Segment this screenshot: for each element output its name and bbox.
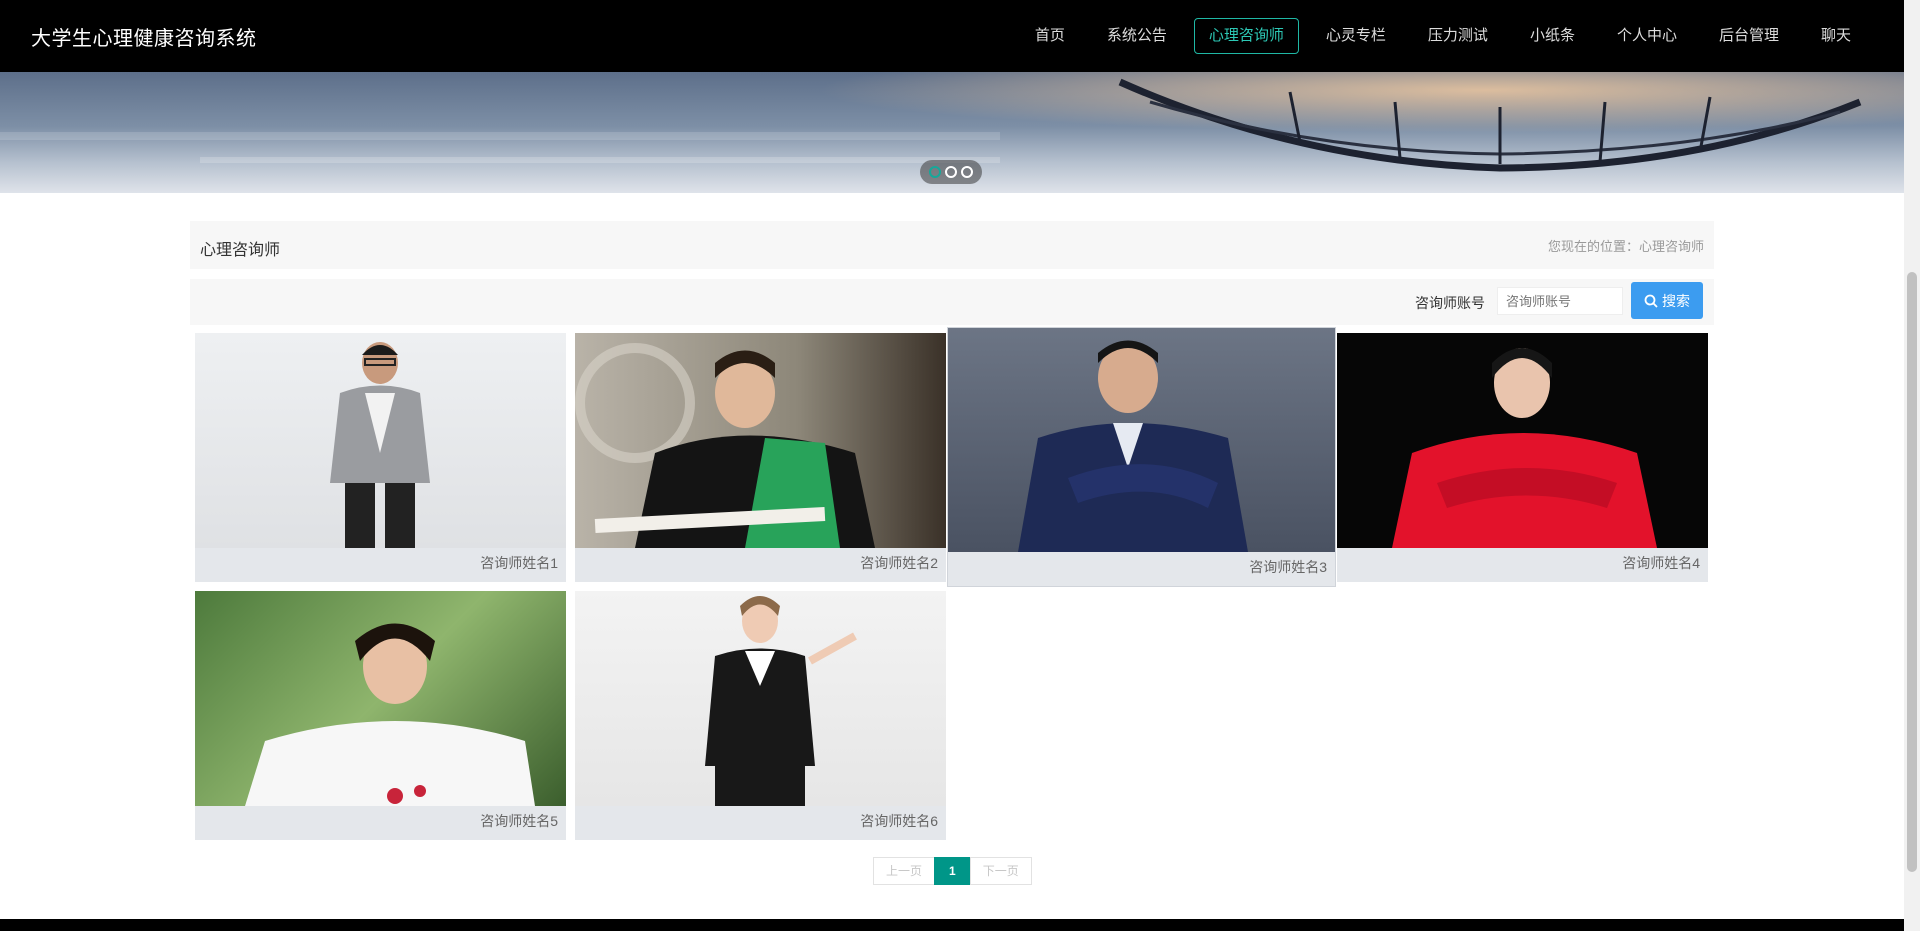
counselor-name: 咨询师姓名2 [860,555,938,571]
nav-profile[interactable]: 个人中心 [1602,18,1692,54]
nav-admin[interactable]: 后台管理 [1704,18,1794,54]
site-brand[interactable]: 大学生心理健康咨询系统 [31,22,257,51]
carousel-dot-1[interactable] [929,166,941,178]
counselor-card-2[interactable]: 咨询师姓名2 [575,333,946,582]
main-nav: 首页 系统公告 心理咨询师 心灵专栏 压力测试 小纸条 个人中心 后台管理 聊天 [1008,18,1866,54]
counselor-photo [1337,333,1708,548]
search-button[interactable]: 搜索 [1631,282,1703,319]
footer-bar [0,919,1904,931]
prev-page-button[interactable]: 上一页 [873,857,936,885]
nav-stress-test[interactable]: 压力测试 [1413,18,1503,54]
breadcrumb: 您现在的位置：心理咨询师 [1547,239,1704,254]
nav-home[interactable]: 首页 [1020,18,1080,54]
search-bar: 咨询师账号 搜索 [190,279,1714,325]
counselor-photo [948,328,1335,552]
counselor-card-5[interactable]: 咨询师姓名5 [195,591,566,840]
nav-announcements[interactable]: 系统公告 [1092,18,1182,54]
counselor-card-3[interactable]: 咨询师姓名3 [948,328,1335,586]
top-navbar: 大学生心理健康咨询系统 首页 系统公告 心理咨询师 心灵专栏 压力测试 小纸条 … [0,0,1904,72]
nav-notes[interactable]: 小纸条 [1515,18,1590,54]
carousel-dot-3[interactable] [961,166,973,178]
nav-chat[interactable]: 聊天 [1806,18,1866,54]
counselor-card-1[interactable]: 咨询师姓名1 [195,333,566,582]
counselor-card-6[interactable]: 咨询师姓名6 [575,591,946,840]
carousel-indicators [920,160,982,184]
counselor-account-input[interactable] [1497,287,1623,315]
nav-column[interactable]: 心灵专栏 [1311,18,1401,54]
counselor-card-4[interactable]: 咨询师姓名4 [1337,333,1708,582]
scrollbar-thumb[interactable] [1907,272,1917,872]
page-scrollbar[interactable] [1904,0,1920,931]
counselor-photo [195,333,566,548]
counselor-name: 咨询师姓名3 [1249,559,1327,575]
counselor-name: 咨询师姓名6 [860,813,938,829]
counselor-name: 咨询师姓名5 [480,813,558,829]
counselor-name: 咨询师姓名1 [480,555,558,571]
search-label: 咨询师账号 [1415,295,1485,311]
page-1-button[interactable]: 1 [934,857,971,885]
next-page-button[interactable]: 下一页 [969,857,1032,885]
section-title-bar: 心理咨询师 您现在的位置：心理咨询师 [190,221,1714,269]
counselor-name: 咨询师姓名4 [1622,555,1700,571]
counselor-photo [575,333,946,548]
counselor-photo [575,591,946,806]
search-icon [1644,294,1658,308]
counselor-photo [195,591,566,806]
pagination: 上一页 1 下一页 [873,857,1032,885]
page-title: 心理咨询师 [200,242,281,259]
carousel-dot-2[interactable] [945,166,957,178]
search-button-label: 搜索 [1662,292,1690,309]
nav-counselors[interactable]: 心理咨询师 [1193,18,1299,54]
